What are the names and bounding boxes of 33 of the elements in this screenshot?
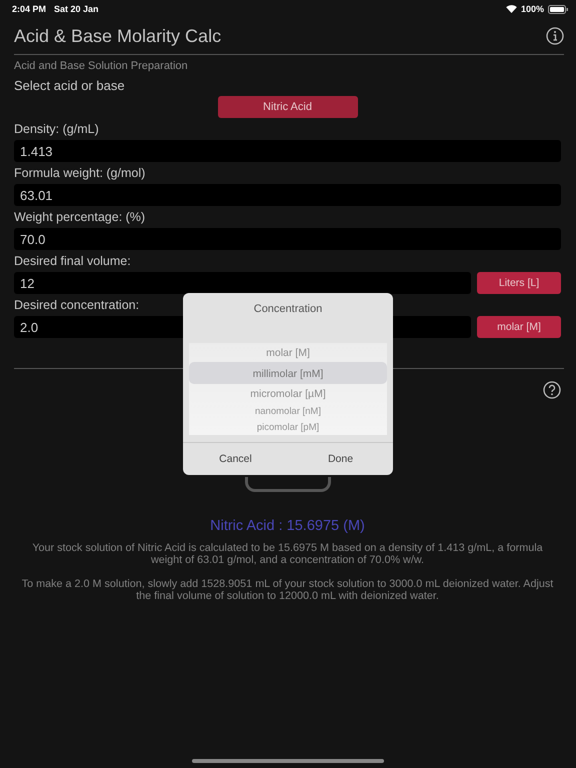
field-label: Weight percentage: (%) <box>14 210 146 226</box>
status-time: 2:04 PM <box>12 4 46 14</box>
input-field[interactable]: 70.0 <box>14 228 561 250</box>
field-label: Density: (g/mL) <box>14 122 99 138</box>
help-icon[interactable] <box>543 381 561 399</box>
select-label: Select acid or base <box>14 78 126 93</box>
section-title: Acid and Base Solution Preparation <box>14 60 189 72</box>
dialog-button[interactable]: Cancel <box>183 443 288 475</box>
unit-button[interactable]: molar [M] <box>477 316 561 338</box>
wifi-icon <box>506 5 517 13</box>
field-label: Desired concentration: <box>14 298 140 314</box>
picker-option[interactable]: millimolar [mM] <box>189 362 387 384</box>
input-field[interactable]: 12 <box>14 272 471 294</box>
compound-select-button[interactable]: Nitric Acid <box>218 96 358 118</box>
picker-option[interactable]: nanomolar [nM] <box>189 403 387 419</box>
dialog-button[interactable]: Done <box>288 443 393 475</box>
status-date: Sat 20 Jan <box>54 4 99 14</box>
field-label: Formula weight: (g/mol) <box>14 166 146 182</box>
info-icon[interactable] <box>546 27 564 45</box>
input-field[interactable]: 1.413 <box>14 140 561 162</box>
input-field[interactable]: 63.01 <box>14 184 561 206</box>
app-title: Acid & Base Molarity Calc <box>14 26 222 46</box>
result-text: To make a 2.0 M solution, slowly add 1528.9051 mL of your stock solution to 3000.0 mL deionized water. Adjust the final volume of solution to 12000.0 mL with deionized water. <box>20 578 554 602</box>
battery-icon <box>548 4 568 14</box>
dialog-title: Concentration <box>252 303 324 315</box>
picker-option[interactable]: molar [M] <box>189 343 387 362</box>
battery-percentage: 100% <box>520 4 544 14</box>
field-label: Desired final volume: <box>14 254 131 270</box>
unit-button[interactable]: Liters [L] <box>477 272 561 294</box>
result-title: Nitric Acid : 15.6975 (M) <box>210 518 365 534</box>
result-text: Your stock solution of Nitric Acid is calculated to be 15.6975 M based on a density of 1.413 g/mL, a formula weight of 63.01 g/mol, and a concentration of 70.0% w/w. <box>31 542 544 566</box>
picker-option[interactable]: picomolar [pM] <box>189 419 387 435</box>
picker-option[interactable]: micromolar [µM] <box>189 384 387 403</box>
